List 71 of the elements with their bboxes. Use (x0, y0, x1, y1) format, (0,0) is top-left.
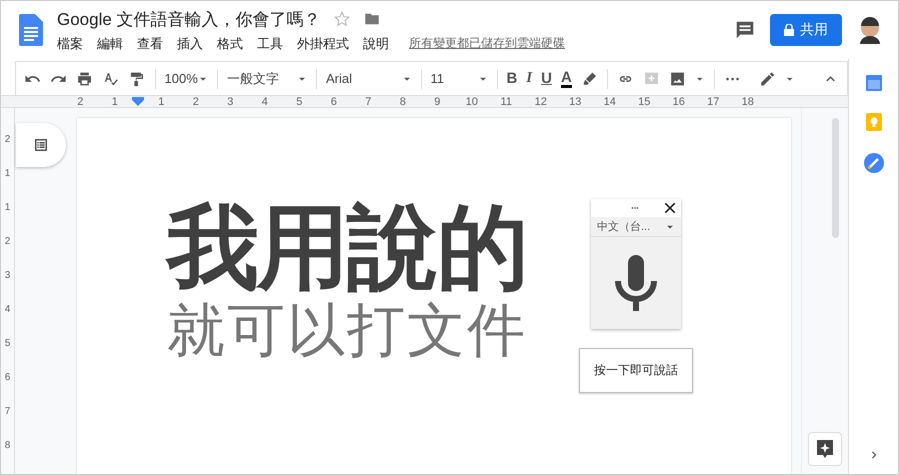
ruler-number: 9 (433, 96, 442, 108)
menu-item[interactable]: 說明 (363, 34, 389, 52)
ruler-number: 3 (4, 268, 10, 282)
print-icon[interactable] (76, 70, 94, 88)
headline-text: 我用說的 (167, 198, 527, 298)
ruler-number: 4 (4, 302, 10, 316)
ruler-number: 6 (4, 370, 10, 384)
outline-button[interactable] (16, 123, 66, 167)
scrollbar-thumb[interactable] (832, 118, 838, 238)
ruler-number: 13 (568, 96, 582, 108)
pencil-icon[interactable] (758, 70, 776, 88)
document-title[interactable]: Google 文件語音輸入，你會了嗎？ (57, 8, 321, 30)
ruler-number: 11 (500, 96, 513, 108)
font-dropdown[interactable]: Arial (326, 71, 412, 86)
ruler-number: 1 (4, 166, 10, 180)
ruler-number: 14 (602, 96, 617, 108)
menu-item[interactable]: 編輯 (97, 34, 123, 52)
ruler-number: 1 (110, 96, 119, 108)
save-status-link[interactable]: 所有變更都已儲存到雲端硬碟 (409, 35, 565, 52)
outline-icon (32, 136, 50, 154)
menu-item[interactable]: 查看 (137, 34, 163, 52)
ruler-number: 7 (364, 96, 372, 108)
explore-button[interactable] (808, 432, 842, 466)
ruler-number: 12 (534, 96, 548, 108)
menu-item[interactable]: 外掛程式 (297, 34, 349, 52)
checkmark-pen-icon[interactable] (864, 153, 884, 173)
underline-button[interactable]: U (541, 70, 552, 87)
paint-format-icon[interactable] (128, 70, 146, 88)
ruler-number: 2 (4, 132, 10, 146)
ruler-number: 8 (4, 438, 10, 452)
ruler-number: 5 (295, 96, 304, 108)
ruler-number: 2 (192, 96, 200, 108)
document-logo-icon[interactable] (19, 14, 43, 46)
ruler-number: 5 (4, 336, 10, 350)
ruler-number: 1 (157, 96, 166, 108)
menu-item[interactable]: 檔案 (57, 34, 83, 52)
subline-text: 就可以打文件 (167, 298, 527, 362)
ruler-number: 7 (4, 404, 10, 418)
ruler-number: 2 (4, 234, 10, 248)
style-dropdown[interactable]: 一般文字 (227, 70, 308, 88)
text-color-button[interactable]: A (560, 70, 572, 88)
ruler-number: 4 (260, 96, 269, 108)
italic-button[interactable]: I (526, 70, 532, 87)
menu-item[interactable]: 插入 (177, 34, 203, 52)
comment-icon[interactable] (734, 19, 756, 41)
font-size-dropdown[interactable]: 11 (430, 71, 488, 86)
ruler-number: 10 (464, 96, 479, 108)
ruler-number: 15 (637, 96, 652, 108)
ruler-number: 1 (4, 200, 10, 214)
calendar-icon[interactable] (866, 73, 882, 91)
menu-item[interactable]: 工具 (257, 34, 283, 52)
ruler-number: 18 (740, 96, 755, 108)
bold-button[interactable]: B (506, 70, 518, 87)
zoom-dropdown[interactable]: 100% (164, 71, 208, 86)
indent-marker-icon[interactable] (132, 97, 144, 106)
ruler-number: 3 (226, 96, 234, 108)
sparkle-icon (816, 439, 834, 459)
speak-tooltip: 按一下即可說話 (579, 348, 693, 393)
image-icon[interactable] (669, 70, 686, 88)
ruler-number: 2 (76, 96, 84, 108)
microphone-icon (614, 255, 658, 311)
lock-icon (784, 24, 794, 36)
share-button[interactable]: 共用 (770, 14, 842, 46)
ruler-number: 6 (330, 96, 338, 108)
ruler-number: 17 (706, 96, 720, 108)
language-dropdown[interactable]: 中文（台... (591, 217, 681, 237)
menu-item[interactable]: 格式 (217, 34, 243, 52)
close-icon[interactable] (663, 201, 677, 215)
star-icon[interactable] (332, 10, 351, 28)
ruler-number: 16 (672, 96, 686, 108)
ruler-number: 8 (398, 96, 407, 108)
